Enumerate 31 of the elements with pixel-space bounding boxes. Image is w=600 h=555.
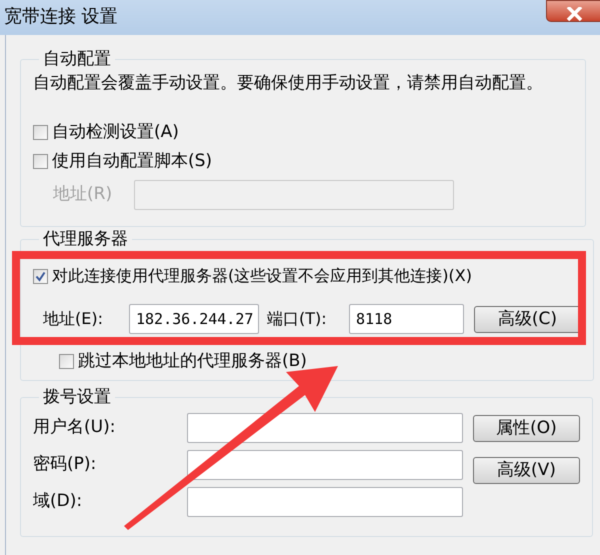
checkbox-label: 使用自动配置脚本(S) bbox=[52, 150, 212, 172]
close-button[interactable] bbox=[546, 0, 600, 22]
checkmark-icon bbox=[35, 270, 46, 282]
checkbox[interactable] bbox=[33, 154, 48, 168]
checkbox[interactable] bbox=[33, 268, 48, 284]
checkbox[interactable] bbox=[59, 354, 74, 368]
close-icon bbox=[566, 7, 584, 21]
dialog-button[interactable]: 属性(O) bbox=[473, 415, 580, 442]
field-label: 地址(R) bbox=[53, 183, 112, 206]
field-label: 用户名(U): bbox=[33, 416, 116, 440]
input-field[interactable] bbox=[187, 413, 463, 443]
input-field[interactable] bbox=[187, 487, 463, 517]
window-title: 宽带连接 设置 bbox=[3, 5, 118, 29]
checkbox-label: 自动检测设置(A) bbox=[52, 121, 179, 143]
input-field[interactable]: 8118 bbox=[349, 304, 464, 334]
checkbox-label: 对此连接使用代理服务器(这些设置不会应用到其他连接)(X) bbox=[52, 265, 472, 287]
field-label: 密码(P): bbox=[33, 453, 98, 476]
description: 自动配置会覆盖手动设置。要确保使用手动设置，请禁用自动配置。 bbox=[33, 72, 544, 95]
group-title: 拨号设置 bbox=[42, 387, 112, 407]
field-label: 域(D): bbox=[33, 490, 84, 514]
field-label: 地址(E): bbox=[43, 308, 104, 330]
checkbox[interactable] bbox=[33, 124, 48, 140]
checkbox-label: 跳过本地地址的代理服务器(B) bbox=[78, 350, 307, 372]
input-field[interactable]: 182.36.244.27 bbox=[129, 304, 259, 334]
dialog-button[interactable]: 高级(V) bbox=[473, 457, 580, 484]
input-field[interactable] bbox=[187, 450, 463, 480]
group-title: 代理服务器 bbox=[42, 229, 129, 249]
group-title: 自动配置 bbox=[42, 49, 112, 69]
field-label: 端口(T): bbox=[267, 308, 328, 330]
input-field[interactable] bbox=[134, 180, 454, 210]
dialog-button[interactable]: 高级(C) bbox=[474, 306, 581, 332]
